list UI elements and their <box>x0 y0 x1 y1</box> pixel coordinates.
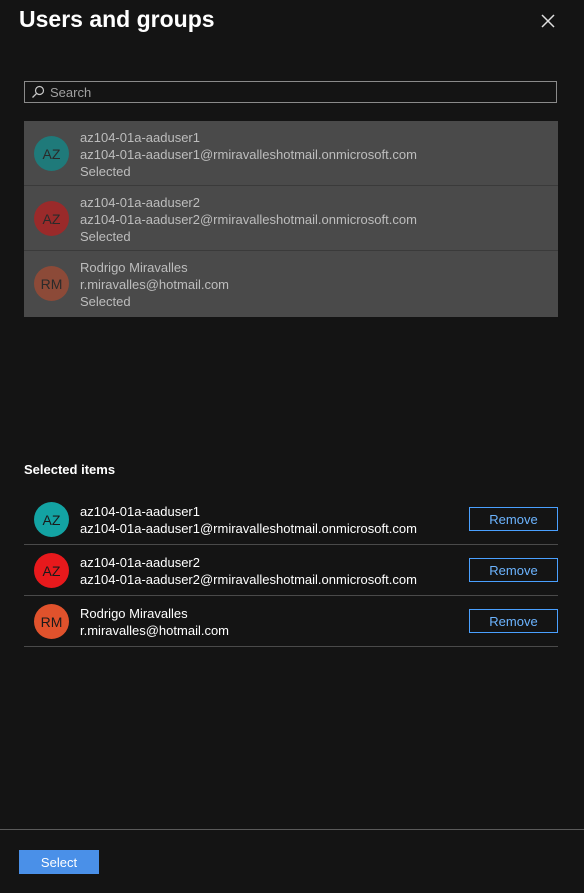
selected-item: AZ az104-01a-aaduser1 az104-01a-aaduser1… <box>24 494 558 545</box>
selected-item-name: Rodrigo Miravalles <box>80 606 188 621</box>
avatar: AZ <box>34 502 69 537</box>
avatar-initials: AZ <box>42 562 61 579</box>
result-item[interactable]: AZ az104-01a-aaduser1 az104-01a-aaduser1… <box>24 121 558 186</box>
result-name: az104-01a-aaduser2 <box>80 195 200 210</box>
selected-item-name: az104-01a-aaduser1 <box>80 504 200 519</box>
selected-items-list: AZ az104-01a-aaduser1 az104-01a-aaduser1… <box>24 494 558 647</box>
panel-title: Users and groups <box>19 6 215 32</box>
select-button[interactable]: Select <box>19 850 99 874</box>
avatar-initials: AZ <box>42 145 61 162</box>
result-item[interactable]: RM Rodrigo Miravalles r.miravalles@hotma… <box>24 251 558 317</box>
avatar: AZ <box>34 201 69 236</box>
result-status: Selected <box>80 294 131 309</box>
avatar-initials: RM <box>40 613 63 630</box>
remove-button[interactable]: Remove <box>469 558 558 582</box>
result-status: Selected <box>80 229 131 244</box>
result-email: az104-01a-aaduser1@rmiravalleshotmail.on… <box>80 147 417 162</box>
remove-button[interactable]: Remove <box>469 609 558 633</box>
avatar: RM <box>34 604 69 639</box>
selected-item: RM Rodrigo Miravalles r.miravalles@hotma… <box>24 596 558 647</box>
selected-item-email: r.miravalles@hotmail.com <box>80 623 230 638</box>
avatar-initials: RM <box>40 275 63 292</box>
result-item[interactable]: AZ az104-01a-aaduser2 az104-01a-aaduser2… <box>24 186 558 251</box>
search-results-list: AZ az104-01a-aaduser1 az104-01a-aaduser1… <box>24 121 558 317</box>
remove-button[interactable]: Remove <box>469 507 558 531</box>
users-and-groups-panel: Users and groups AZ az104-01a-aaduser1 a… <box>0 0 584 893</box>
close-icon <box>541 14 555 28</box>
search-box[interactable] <box>24 81 557 103</box>
avatar: RM <box>34 266 69 301</box>
search-input[interactable] <box>50 84 530 100</box>
search-icon <box>32 85 45 98</box>
avatar-initials: AZ <box>42 210 61 227</box>
avatar: AZ <box>34 136 69 171</box>
selected-item-name: az104-01a-aaduser2 <box>80 555 200 570</box>
result-name: Rodrigo Miravalles <box>80 260 188 275</box>
result-status: Selected <box>80 164 131 179</box>
selected-items-heading: Selected items <box>24 462 116 477</box>
avatar: AZ <box>34 553 69 588</box>
close-button[interactable] <box>538 11 558 31</box>
selected-item-email: az104-01a-aaduser1@rmiravalleshotmail.on… <box>80 521 417 536</box>
result-name: az104-01a-aaduser1 <box>80 130 200 145</box>
result-email: az104-01a-aaduser2@rmiravalleshotmail.on… <box>80 212 417 227</box>
result-email: r.miravalles@hotmail.com <box>80 277 230 292</box>
avatar-initials: AZ <box>42 511 61 528</box>
selected-item: AZ az104-01a-aaduser2 az104-01a-aaduser2… <box>24 545 558 596</box>
footer-divider <box>0 829 584 830</box>
selected-item-email: az104-01a-aaduser2@rmiravalleshotmail.on… <box>80 572 417 587</box>
